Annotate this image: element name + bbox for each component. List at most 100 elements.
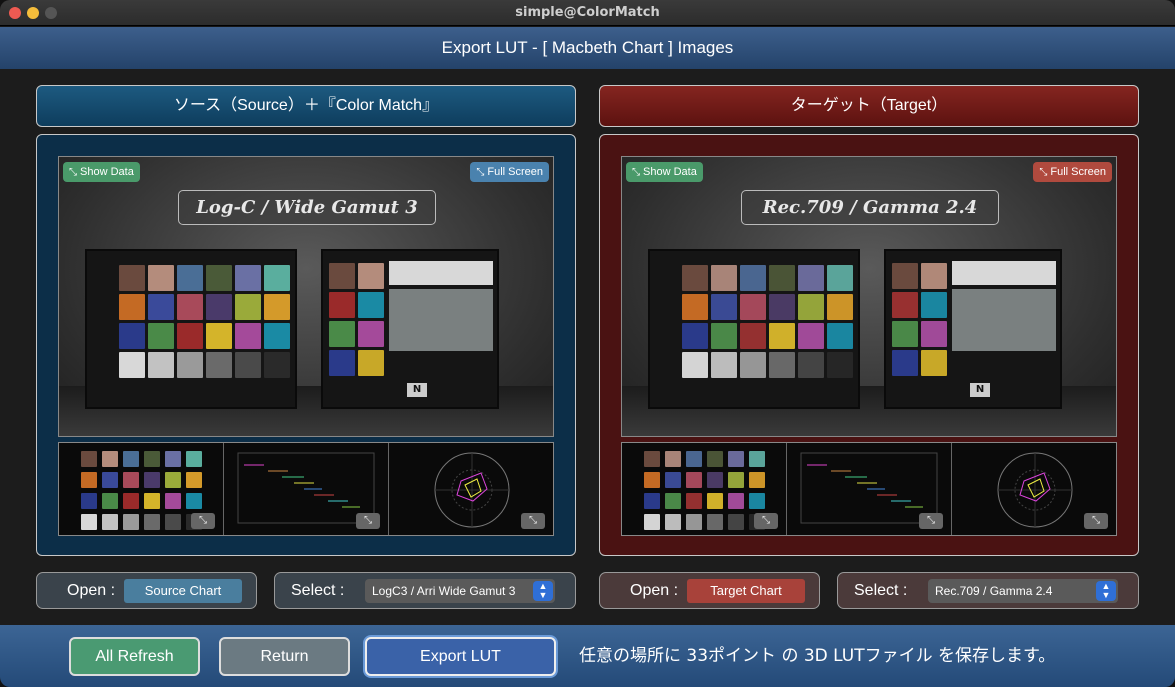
color-patch (123, 472, 139, 488)
color-patch (102, 493, 118, 509)
color-patch (177, 352, 203, 378)
main-area: ソース（Source）＋『Color Match』 ⤡ Show Data ⤡ Fu… (0, 69, 1175, 625)
export-note: 任意の場所に 33ポイント の 3D LUTファイル を保存します。 (579, 646, 1056, 666)
all-refresh-button[interactable]: All Refresh (69, 637, 200, 676)
target-side-patches (892, 263, 947, 376)
color-patch (827, 323, 853, 349)
source-thumb-vectorscope[interactable]: ⤡ (389, 443, 553, 535)
color-patch (665, 514, 681, 530)
target-thumb-patches (644, 451, 765, 530)
target-side-chart: N (884, 249, 1062, 409)
color-patch (177, 323, 203, 349)
color-patch (165, 514, 181, 530)
color-patch (119, 352, 145, 378)
export-lut-button[interactable]: Export LUT (365, 637, 556, 676)
source-panel-title: ソース（Source）＋『Color Match』 (36, 85, 576, 127)
color-patch (686, 472, 702, 488)
color-patch (686, 493, 702, 509)
color-patch (177, 265, 203, 291)
color-patch (329, 321, 355, 347)
chevron-updown-icon: ▲ ▼ (1096, 581, 1116, 601)
expand-icon[interactable]: ⤡ (191, 513, 215, 529)
color-patch (186, 472, 202, 488)
color-patch (123, 514, 139, 530)
color-patch (119, 294, 145, 320)
source-side-chart: N (321, 249, 499, 409)
source-full-screen-label: Full Screen (487, 166, 543, 178)
source-full-screen-button[interactable]: ⤡ Full Screen (470, 162, 549, 182)
source-thumb-chart[interactable]: ⤡ (59, 443, 224, 535)
color-patch (644, 472, 660, 488)
color-patch (740, 323, 766, 349)
color-patch (644, 514, 660, 530)
source-open-control: Open : Source Chart (36, 572, 257, 609)
color-patch (707, 493, 723, 509)
color-patch (707, 451, 723, 467)
expand-icon[interactable]: ⤡ (919, 513, 943, 529)
color-patch (749, 451, 765, 467)
close-window-button[interactable] (9, 7, 21, 19)
color-patch (892, 263, 918, 289)
color-patch (102, 451, 118, 467)
minimize-window-button[interactable] (27, 7, 39, 19)
target-thumb-chart[interactable]: ⤡ (622, 443, 787, 535)
color-patch (682, 352, 708, 378)
target-thumb-graph[interactable]: ⤡ (787, 443, 952, 535)
color-patch (728, 451, 744, 467)
color-patch (892, 321, 918, 347)
target-profile-select[interactable]: Rec.709 / Gamma 2.4 ▲ ▼ (928, 579, 1118, 603)
color-patch (144, 472, 160, 488)
color-patch (798, 323, 824, 349)
zoom-window-button[interactable] (45, 7, 57, 19)
color-patch (728, 514, 744, 530)
color-patch (798, 294, 824, 320)
color-patch (707, 472, 723, 488)
color-patch (206, 294, 232, 320)
color-patch (665, 493, 681, 509)
target-image-label: Rec.709 / Gamma 2.4 (741, 190, 999, 225)
source-profile-select[interactable]: LogC3 / Arri Wide Gamut 3 ▲ ▼ (365, 579, 555, 603)
color-patch (144, 451, 160, 467)
color-patch (264, 265, 290, 291)
target-thumb-vectorscope[interactable]: ⤡ (952, 443, 1116, 535)
color-patch (798, 265, 824, 291)
color-patch (921, 263, 947, 289)
target-select-caption: Select : (854, 582, 908, 599)
target-show-data-label: Show Data (643, 166, 697, 178)
color-patch (665, 451, 681, 467)
color-patch (144, 514, 160, 530)
expand-icon: ⤡ (632, 167, 640, 178)
color-patch (769, 323, 795, 349)
color-patch (264, 323, 290, 349)
source-main-chart (85, 249, 297, 409)
target-full-screen-button[interactable]: ⤡ Full Screen (1033, 162, 1112, 182)
source-thumb-patches (81, 451, 202, 530)
color-patch (123, 493, 139, 509)
expand-icon[interactable]: ⤡ (1084, 513, 1108, 529)
expand-icon[interactable]: ⤡ (754, 513, 778, 529)
target-n-badge: N (970, 383, 990, 397)
color-patch (711, 265, 737, 291)
color-patch (707, 514, 723, 530)
color-patch (711, 323, 737, 349)
target-chart-button[interactable]: Target Chart (687, 579, 805, 603)
expand-icon[interactable]: ⤡ (521, 513, 545, 529)
color-patch (769, 352, 795, 378)
source-chart-button[interactable]: Source Chart (124, 579, 242, 603)
color-patch (358, 263, 384, 289)
color-patch (186, 451, 202, 467)
return-button[interactable]: Return (219, 637, 350, 676)
color-patch (682, 265, 708, 291)
color-patch (728, 493, 744, 509)
color-patch (119, 323, 145, 349)
color-patch (123, 451, 139, 467)
source-show-data-button[interactable]: ⤡ Show Data (63, 162, 140, 182)
color-patch (119, 265, 145, 291)
source-thumb-graph[interactable]: ⤡ (224, 443, 389, 535)
expand-icon[interactable]: ⤡ (356, 513, 380, 529)
color-patch (358, 321, 384, 347)
target-show-data-button[interactable]: ⤡ Show Data (626, 162, 703, 182)
expand-icon: ⤡ (69, 167, 77, 178)
color-patch (728, 472, 744, 488)
color-patch (81, 493, 97, 509)
